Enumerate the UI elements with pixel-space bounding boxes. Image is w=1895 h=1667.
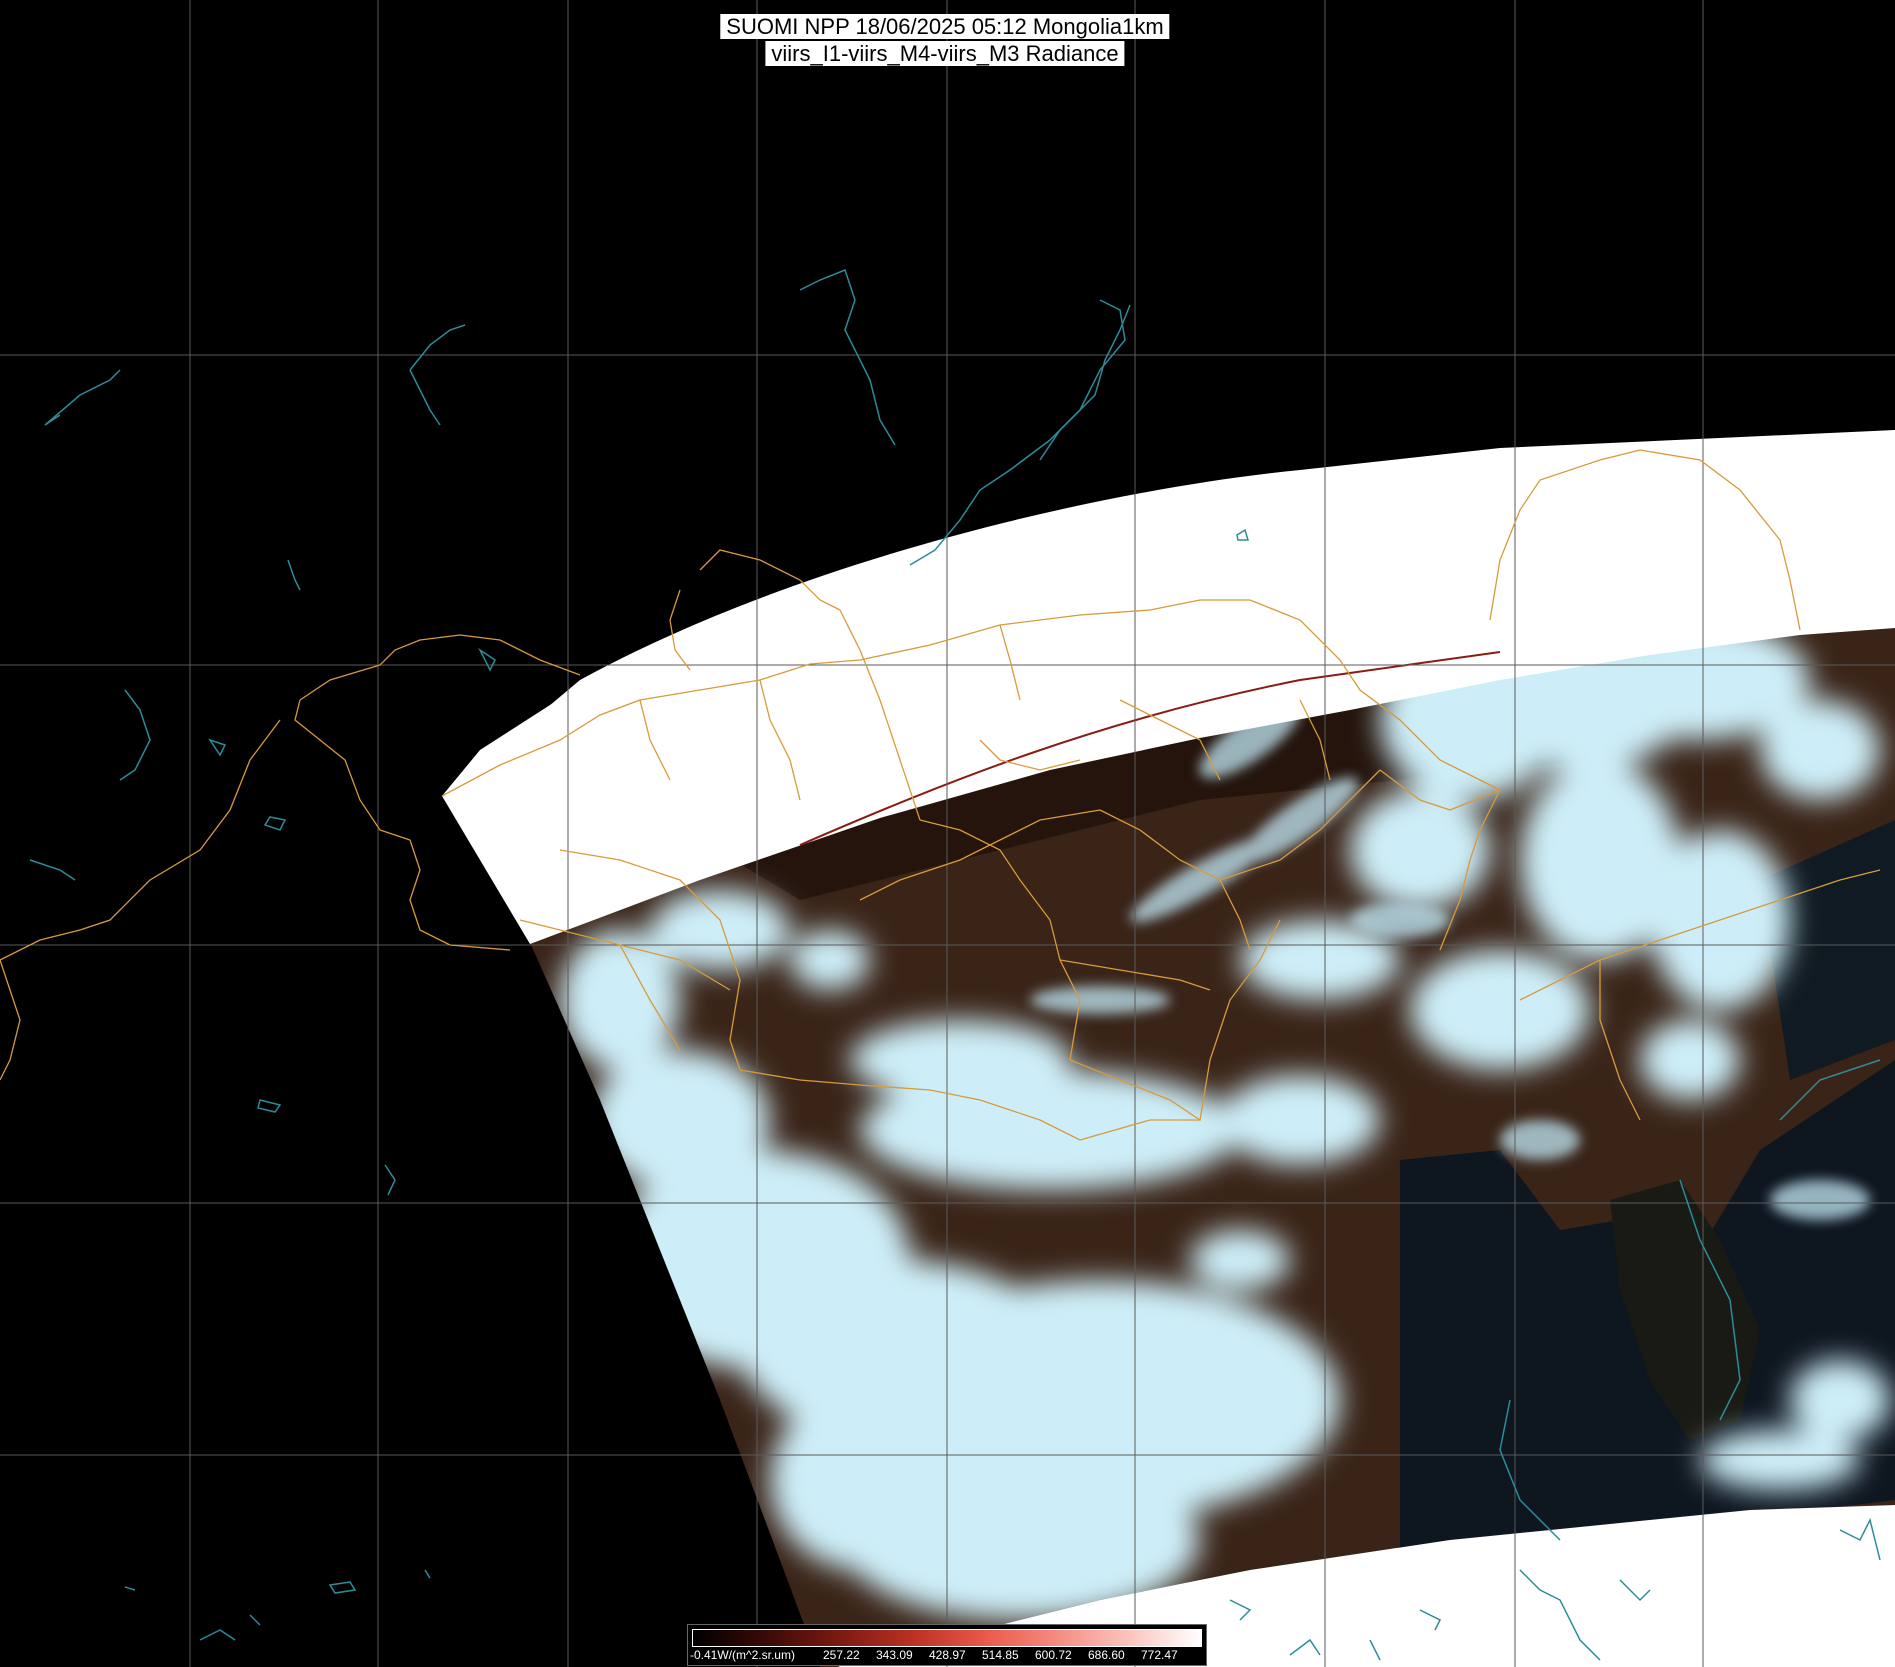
colorbar: -0.41W/(m^2.sr.um) 257.22 343.09 428.97 …	[687, 1624, 1207, 1666]
colorbar-label: 257.22	[823, 1648, 860, 1662]
colorbar-gradient	[692, 1629, 1202, 1647]
colorbar-label: 514.85	[982, 1648, 1019, 1662]
colorbar-label: 772.47	[1141, 1648, 1178, 1662]
colorbar-label: 428.97	[929, 1648, 966, 1662]
colorbar-label: 686.60	[1088, 1648, 1125, 1662]
colorbar-label: 600.72	[1035, 1648, 1072, 1662]
colorbar-label: -0.41W/(m^2.sr.um)	[690, 1648, 795, 1662]
map-subtitle: viirs_I1-viirs_M4-viirs_M3 Radiance	[765, 41, 1125, 66]
colorbar-label: 343.09	[876, 1648, 913, 1662]
satellite-map	[0, 0, 1895, 1667]
map-title: SUOMI NPP 18/06/2025 05:12 Mongolia1km	[720, 14, 1170, 39]
